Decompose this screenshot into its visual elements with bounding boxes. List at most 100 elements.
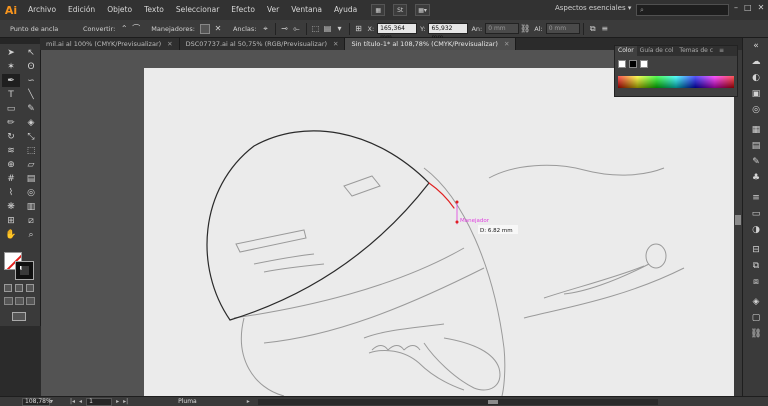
paintbrush-tool[interactable]: ✎ (22, 102, 40, 115)
next-artboard-icon[interactable]: ▸ (116, 398, 119, 405)
width-tool[interactable]: ≋ (2, 144, 20, 157)
menu-archivo[interactable]: Archivo (22, 0, 62, 20)
pen-path[interactable] (206, 130, 459, 321)
prev-artboard-icon[interactable]: ◂ (79, 398, 82, 405)
artboard-tool[interactable]: ⊞ (2, 214, 20, 227)
vertical-scrollbar[interactable] (734, 50, 742, 396)
gradient-icon[interactable]: ▭ (743, 206, 768, 222)
panel-menu-icon[interactable]: ≡ (716, 46, 727, 56)
symbol-sprayer-tool[interactable]: ❋ (2, 200, 20, 213)
layers-icon[interactable]: ◈ (743, 294, 768, 310)
direct-selection-tool[interactable]: ↖ (22, 46, 40, 59)
none-swatch[interactable] (618, 60, 626, 68)
eyedropper-tool[interactable]: ⌇ (2, 186, 20, 199)
pathfinder-icon[interactable]: ⧈ (743, 274, 768, 290)
gradient-mode-icon[interactable] (15, 284, 23, 292)
panel-menu-icon[interactable]: ≡ (599, 23, 611, 35)
shape-builder-tool[interactable]: ⊕ (2, 158, 20, 171)
graphic-styles-icon[interactable]: ▦ (743, 122, 768, 138)
links-icon[interactable]: ⛓ (743, 326, 768, 342)
last-artboard-icon[interactable]: ▸| (123, 398, 128, 405)
connect-anchors-icon[interactable]: ⊸ (279, 23, 291, 35)
tab-sin-titulo[interactable]: Sin título-1* al 108,78% (CMYK/Previsual… (345, 38, 517, 50)
remove-anchor-icon[interactable]: ⌖ (260, 23, 272, 35)
link-icon[interactable]: ⛓ (519, 23, 531, 35)
tab-color-guide[interactable]: Guía de col (637, 46, 677, 56)
gradient-tool[interactable]: ▤ (22, 172, 40, 185)
scroll-thumb[interactable] (487, 399, 498, 404)
hand-tool[interactable]: ✋ (2, 228, 20, 241)
arrange-documents-icon[interactable]: ▦▾ (415, 4, 430, 16)
convert-corner-icon[interactable]: ⌃ (118, 23, 130, 35)
collapse-icon[interactable]: « (743, 38, 768, 54)
align-menu-icon[interactable]: ▾ (334, 23, 346, 35)
eraser-tool[interactable]: ◈ (22, 116, 40, 129)
menu-ventana[interactable]: Ventana (285, 0, 328, 20)
stroke-swatch[interactable] (15, 261, 34, 280)
symbols-icon[interactable]: ♣ (743, 170, 768, 186)
color-mode-icon[interactable] (4, 284, 12, 292)
perspective-tool[interactable]: ▱ (22, 158, 40, 171)
width-field[interactable]: 0 mm (485, 23, 520, 34)
screen-mode-icon[interactable] (12, 312, 26, 321)
maximize-button[interactable]: □ (744, 3, 752, 12)
menu-ver[interactable]: Ver (261, 0, 285, 20)
first-artboard-icon[interactable]: |◂ (70, 398, 75, 405)
libraries-icon[interactable]: ☁ (743, 54, 768, 70)
close-icon[interactable]: ✕ (167, 38, 172, 50)
status-menu-icon[interactable]: ▸ (247, 398, 250, 405)
tab-dsc07737[interactable]: DSC07737.ai al 50,75% (RGB/Previsualizar… (179, 38, 346, 50)
artboard[interactable]: Manejador D: 6.82 mm (144, 68, 734, 396)
white-swatch[interactable] (640, 60, 648, 68)
close-button[interactable]: ✕ (758, 3, 765, 12)
rectangle-tool[interactable]: ▭ (2, 102, 20, 115)
type-tool[interactable]: T (2, 88, 20, 101)
show-handles-icon[interactable] (199, 23, 210, 34)
zoom-field[interactable]: 108,78% (22, 397, 52, 406)
free-transform-tool[interactable]: ⬚ (22, 144, 40, 157)
blend-tool[interactable]: ◎ (22, 186, 40, 199)
stock-badge[interactable]: St (393, 4, 408, 16)
pen-tool[interactable]: ✒ (2, 74, 20, 87)
pencil-tool[interactable]: ✏ (2, 116, 20, 129)
zoom-dropdown-icon[interactable]: ▾ (50, 398, 56, 405)
close-icon[interactable]: ✕ (504, 38, 509, 50)
color-guide-icon[interactable]: ▣ (743, 86, 768, 102)
horizontal-scrollbar[interactable] (257, 398, 658, 405)
draw-normal-icon[interactable] (4, 297, 13, 305)
slice-tool[interactable]: ⧄ (22, 214, 40, 227)
curvature-tool[interactable]: ∽ (22, 74, 40, 87)
hide-handles-icon[interactable]: ✕ (212, 23, 224, 35)
selection-tool[interactable]: ➤ (2, 46, 20, 59)
transform-icon[interactable]: ⧉ (587, 23, 599, 35)
color-icon[interactable]: ◐ (743, 70, 768, 86)
menu-efecto[interactable]: Efecto (225, 0, 261, 20)
workspace-switcher[interactable]: Aspectos esenciales ▾ (555, 4, 631, 12)
appearance-icon[interactable]: ◎ (743, 102, 768, 118)
artboards-icon[interactable]: ▢ (743, 310, 768, 326)
tab-color[interactable]: Color (615, 46, 637, 56)
bridge-icon[interactable]: ▦ (371, 4, 386, 16)
artboard-field[interactable]: 1 (86, 397, 113, 406)
black-swatch[interactable] (629, 60, 637, 68)
none-mode-icon[interactable] (26, 284, 34, 292)
close-icon[interactable]: ✕ (333, 38, 338, 50)
reference-point-icon[interactable]: ⊞ (353, 23, 365, 35)
transparency-icon[interactable]: ◑ (743, 222, 768, 238)
stroke-icon[interactable]: ≡ (743, 190, 768, 206)
column-graph-tool[interactable]: ▥ (22, 200, 40, 213)
convert-smooth-icon[interactable]: ⌒ (130, 23, 142, 35)
align-icon[interactable]: ▤ (322, 23, 334, 35)
lasso-tool[interactable]: ʘ (22, 60, 40, 73)
rotate-tool[interactable]: ↻ (2, 130, 20, 143)
draw-behind-icon[interactable] (15, 297, 24, 305)
menu-seleccionar[interactable]: Seleccionar (170, 0, 225, 20)
scroll-thumb[interactable] (735, 215, 741, 225)
menu-ayuda[interactable]: Ayuda (328, 0, 363, 20)
scale-tool[interactable]: ⤡ (22, 130, 40, 143)
help-search-input[interactable]: ⌕ (636, 4, 729, 16)
swatches-icon[interactable]: ▤ (743, 138, 768, 154)
draw-inside-icon[interactable] (26, 297, 35, 305)
y-field[interactable]: 65,932 mm (428, 23, 469, 41)
tab-color-themes[interactable]: Temas de c (676, 46, 716, 56)
